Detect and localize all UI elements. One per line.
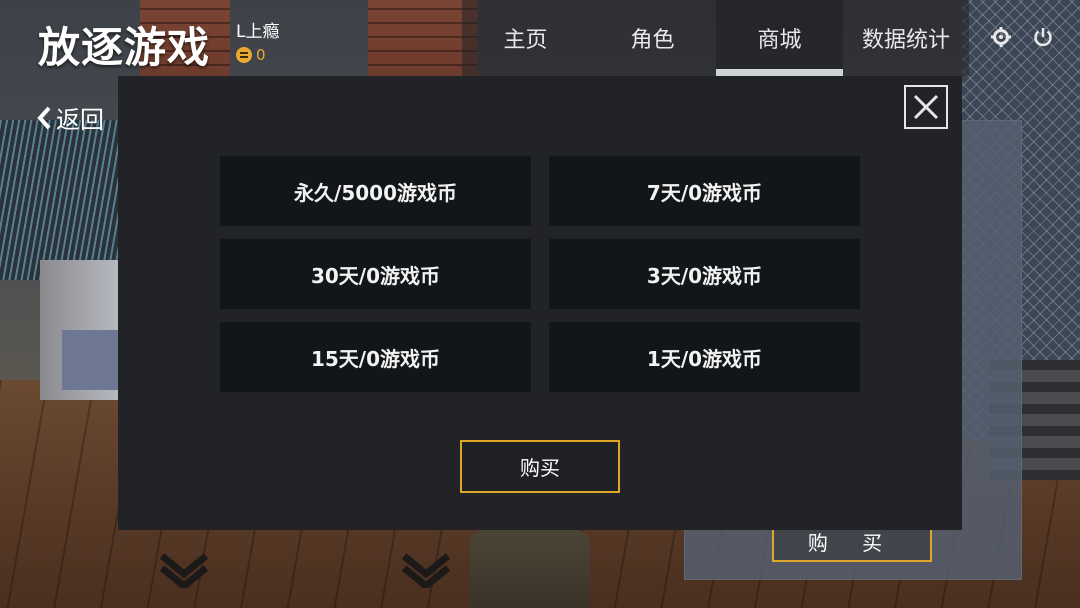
coin-count: 0: [256, 46, 266, 64]
option-3-days[interactable]: 3天/0游戏币: [549, 239, 860, 309]
back-button[interactable]: 返回: [36, 100, 104, 135]
user-info: L上瘾 0: [236, 17, 279, 64]
close-button[interactable]: [904, 85, 948, 129]
option-30-days[interactable]: 30天/0游戏币: [220, 239, 531, 309]
scene-block: [62, 330, 120, 390]
option-7-days[interactable]: 7天/0游戏币: [549, 156, 860, 226]
scene-window: [0, 120, 120, 280]
character-figure: [470, 530, 590, 608]
power-icon[interactable]: [1032, 26, 1054, 48]
chevron-down-icon: [160, 553, 208, 588]
header-icons: [990, 26, 1054, 48]
option-permanent[interactable]: 永久/5000游戏币: [220, 156, 531, 226]
close-icon: [913, 94, 939, 120]
purchase-modal: 永久/5000游戏币 7天/0游戏币 30天/0游戏币 3天/0游戏币 15天/…: [118, 76, 962, 530]
settings-icon[interactable]: [990, 26, 1012, 48]
app-logo: 放逐游戏: [38, 23, 211, 72]
back-label: 返回: [56, 106, 104, 134]
tab-store[interactable]: 商城: [716, 0, 843, 76]
chevron-left-icon: [37, 106, 51, 129]
coin-balance: 0: [236, 46, 279, 64]
buy-button[interactable]: 购买: [460, 440, 620, 493]
username: L上瘾: [236, 22, 280, 42]
duration-options: 永久/5000游戏币 7天/0游戏币 30天/0游戏币 3天/0游戏币 15天/…: [220, 156, 860, 392]
main-nav: 主页 角色 商城 数据统计: [462, 0, 969, 76]
top-bar: 放逐游戏 L上瘾 0 主页 角色 商城 数据统计: [0, 0, 1080, 76]
coin-icon: [236, 47, 252, 63]
tab-home[interactable]: 主页: [462, 0, 589, 76]
chevron-down-icon: [402, 553, 450, 588]
tab-statistics[interactable]: 数据统计: [843, 0, 969, 76]
tab-character[interactable]: 角色: [589, 0, 716, 76]
option-1-day[interactable]: 1天/0游戏币: [549, 322, 860, 392]
option-15-days[interactable]: 15天/0游戏币: [220, 322, 531, 392]
